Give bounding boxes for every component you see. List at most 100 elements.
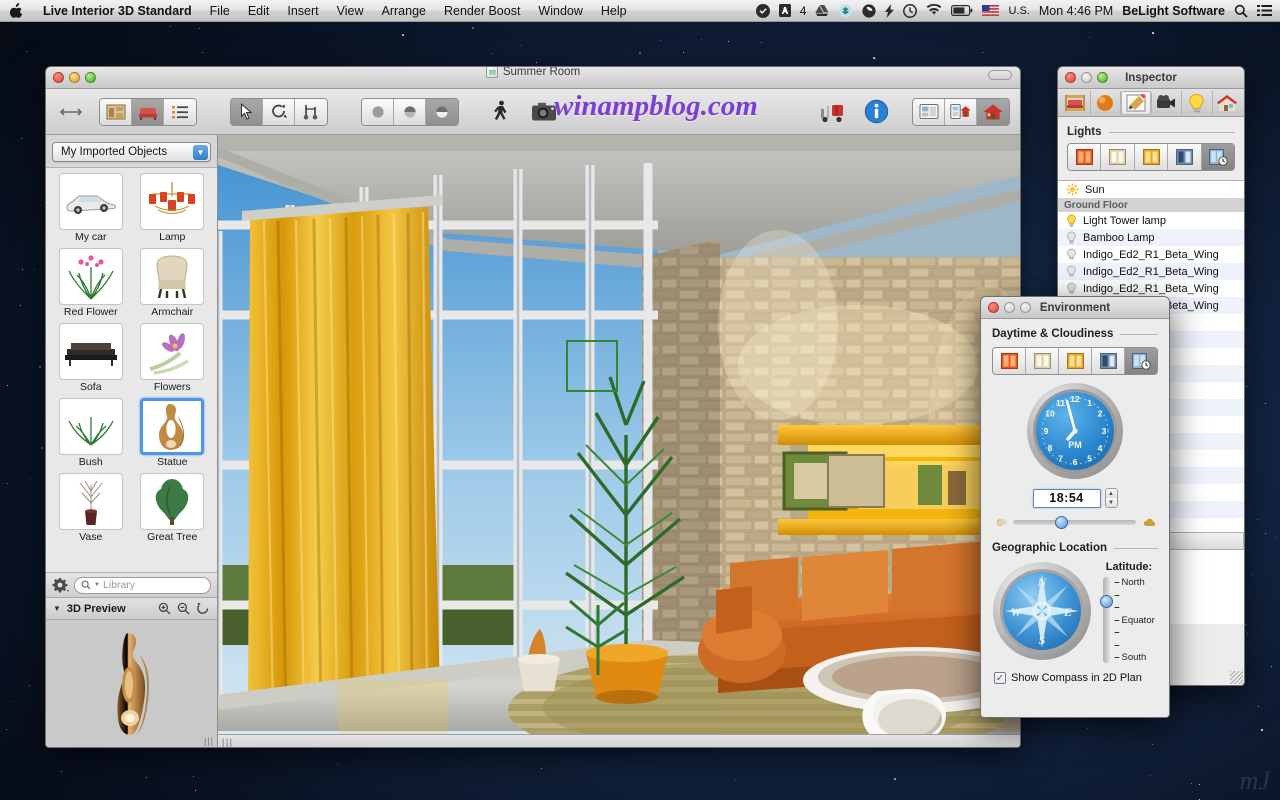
- day-warm-mode[interactable]: [1068, 144, 1101, 170]
- light-row-light-tower-lamp[interactable]: Light Tower lamp: [1058, 212, 1244, 229]
- zoom-button[interactable]: [1097, 72, 1108, 83]
- split-view-icon[interactable]: [913, 99, 945, 125]
- library-item-my-car[interactable]: My car: [52, 173, 130, 246]
- chevron-down-icon[interactable]: ▼: [193, 145, 208, 160]
- stepper-down-icon[interactable]: ▼: [1106, 498, 1117, 507]
- notification-center-icon[interactable]: [1257, 4, 1272, 17]
- full-3d-icon[interactable]: [977, 99, 1009, 125]
- library-item-vase[interactable]: Vase: [52, 473, 130, 546]
- selection-frame[interactable]: [566, 340, 618, 392]
- menu-arrange[interactable]: Arrange: [373, 4, 435, 18]
- preview-resize-grip[interactable]: |||: [204, 736, 214, 746]
- library-item-bush[interactable]: Bush: [52, 398, 130, 471]
- cloudiness-slider[interactable]: [994, 516, 1156, 529]
- daylight-mode[interactable]: [1026, 348, 1059, 374]
- close-button[interactable]: [1065, 72, 1076, 83]
- environment-window-controls[interactable]: [981, 302, 1031, 313]
- camera-tab[interactable]: [1152, 91, 1183, 115]
- library-toolbar[interactable]: ▼ Library: [46, 573, 217, 598]
- menu-file[interactable]: File: [201, 4, 239, 18]
- geo-controls[interactable]: N E S W Latitude: – North – – – Equator …: [992, 561, 1158, 663]
- resize-arrows-icon[interactable]: [56, 98, 86, 126]
- light-row-indigo-1[interactable]: Indigo_Ed2_R1_Beta_Wing: [1058, 246, 1244, 263]
- disclosure-triangle-icon[interactable]: ▼: [53, 604, 61, 613]
- tool-segments[interactable]: [230, 98, 328, 126]
- collection-popup[interactable]: My Imported Objects ▼: [52, 142, 211, 162]
- furniture-icon[interactable]: [132, 99, 164, 125]
- flash-icon[interactable]: [885, 4, 894, 18]
- zoom-in-icon[interactable]: [158, 602, 171, 615]
- main-document-window[interactable]: Summer Room winampblog.com My Imported O…: [45, 66, 1021, 748]
- measure-icon[interactable]: [295, 99, 327, 125]
- inspector-titlebar[interactable]: Inspector: [1058, 67, 1244, 89]
- light-row-indigo-3[interactable]: Indigo_Ed2_R1_Beta_Wing: [1058, 280, 1244, 297]
- zoom-button[interactable]: [1020, 302, 1031, 313]
- daytime-clock[interactable]: 12 1 2 345 678 9 10 11 PM: [992, 382, 1158, 480]
- macos-menu-bar[interactable]: Live Interior 3D Standard File Edit Inse…: [0, 0, 1280, 22]
- cloudiness-knob[interactable]: [1055, 516, 1068, 529]
- time-field[interactable]: 18:54: [1033, 489, 1101, 508]
- day-neutral-mode[interactable]: [1101, 144, 1134, 170]
- search-dropdown-icon[interactable]: ▼: [94, 582, 100, 588]
- view-mode-segments[interactable]: [99, 98, 197, 126]
- search-icon[interactable]: [1234, 4, 1248, 18]
- menu-app-name[interactable]: Live Interior 3D Standard: [34, 4, 201, 18]
- light-row-sun[interactable]: Sun: [1058, 181, 1244, 198]
- custom-clock-mode[interactable]: [1125, 348, 1157, 374]
- library-item-red-flower[interactable]: Red Flower: [52, 248, 130, 321]
- latitude-track[interactable]: [1103, 577, 1110, 663]
- close-button[interactable]: [988, 302, 999, 313]
- bulb-off-icon[interactable]: [1066, 231, 1077, 244]
- battery-icon[interactable]: [951, 5, 973, 16]
- close-button[interactable]: [53, 72, 64, 83]
- forklift-import-icon[interactable]: [818, 98, 848, 126]
- 2d-plan-icon[interactable]: [100, 99, 132, 125]
- time-stepper[interactable]: ▲ ▼: [1105, 488, 1118, 508]
- light-group-ground-floor[interactable]: Ground Floor: [1058, 198, 1244, 212]
- menu-edit[interactable]: Edit: [239, 4, 279, 18]
- library-item-sofa[interactable]: Sofa: [52, 323, 130, 396]
- bulb-off-icon[interactable]: [1066, 265, 1077, 278]
- rotate-icon[interactable]: [263, 99, 295, 125]
- render-quality-segments[interactable]: [361, 98, 459, 126]
- menu-render-boost[interactable]: Render Boost: [435, 4, 529, 18]
- toolbar-pill-icon[interactable]: [988, 70, 1012, 80]
- object-library-sidebar[interactable]: My Imported Objects ▼ My car Lamp Red Fl…: [46, 135, 218, 748]
- minimize-button[interactable]: [1081, 72, 1092, 83]
- menu-help[interactable]: Help: [592, 4, 636, 18]
- dropbox-icon[interactable]: [838, 4, 853, 18]
- light-row-bamboo-lamp[interactable]: Bamboo Lamp: [1058, 229, 1244, 246]
- object-properties-tab[interactable]: [1060, 91, 1091, 115]
- menu-window[interactable]: Window: [529, 4, 591, 18]
- evernote-icon[interactable]: [862, 4, 876, 18]
- rotate-icon[interactable]: [196, 602, 210, 615]
- menubar-status-area[interactable]: 4 U.S. Mon 4:46 PM BeLight Software: [756, 4, 1280, 18]
- light-mode-buttons[interactable]: [1067, 143, 1235, 171]
- edit-tab[interactable]: [1121, 91, 1152, 115]
- adobe-cc-icon[interactable]: [779, 4, 791, 17]
- sunset-mode[interactable]: [1059, 348, 1092, 374]
- light-row-indigo-2[interactable]: Indigo_Ed2_R1_Beta_Wing: [1058, 263, 1244, 280]
- menubar-clock[interactable]: Mon 4:46 PM: [1039, 4, 1113, 18]
- apple-icon[interactable]: [0, 3, 34, 18]
- timemachine-icon[interactable]: [903, 4, 917, 18]
- object-grid[interactable]: My car Lamp Red Flower Armchair Sofa Flo…: [46, 167, 217, 573]
- wifi-icon[interactable]: [926, 4, 942, 17]
- plan-and-3d-icon[interactable]: [945, 99, 977, 125]
- library-item-flowers[interactable]: Flowers: [134, 323, 212, 396]
- library-item-armchair[interactable]: Armchair: [134, 248, 212, 321]
- material-tab[interactable]: [1091, 91, 1122, 115]
- library-item-lamp[interactable]: Lamp: [134, 173, 212, 246]
- gear-icon[interactable]: [52, 578, 69, 593]
- bulb-on-icon[interactable]: [1066, 214, 1077, 227]
- menu-insert[interactable]: Insert: [278, 4, 327, 18]
- cloudiness-track[interactable]: [1013, 520, 1136, 525]
- inspector-window-controls[interactable]: [1058, 72, 1108, 83]
- menu-view[interactable]: View: [328, 4, 373, 18]
- realistic-shading-icon[interactable]: [426, 99, 458, 125]
- compass-rose[interactable]: N E S W: [992, 561, 1092, 661]
- google-drive-icon[interactable]: [815, 4, 829, 17]
- latitude-control[interactable]: Latitude: – North – – – Equator – – – South: [1100, 561, 1158, 663]
- minimize-button[interactable]: [1004, 302, 1015, 313]
- stepper-up-icon[interactable]: ▲: [1106, 489, 1117, 498]
